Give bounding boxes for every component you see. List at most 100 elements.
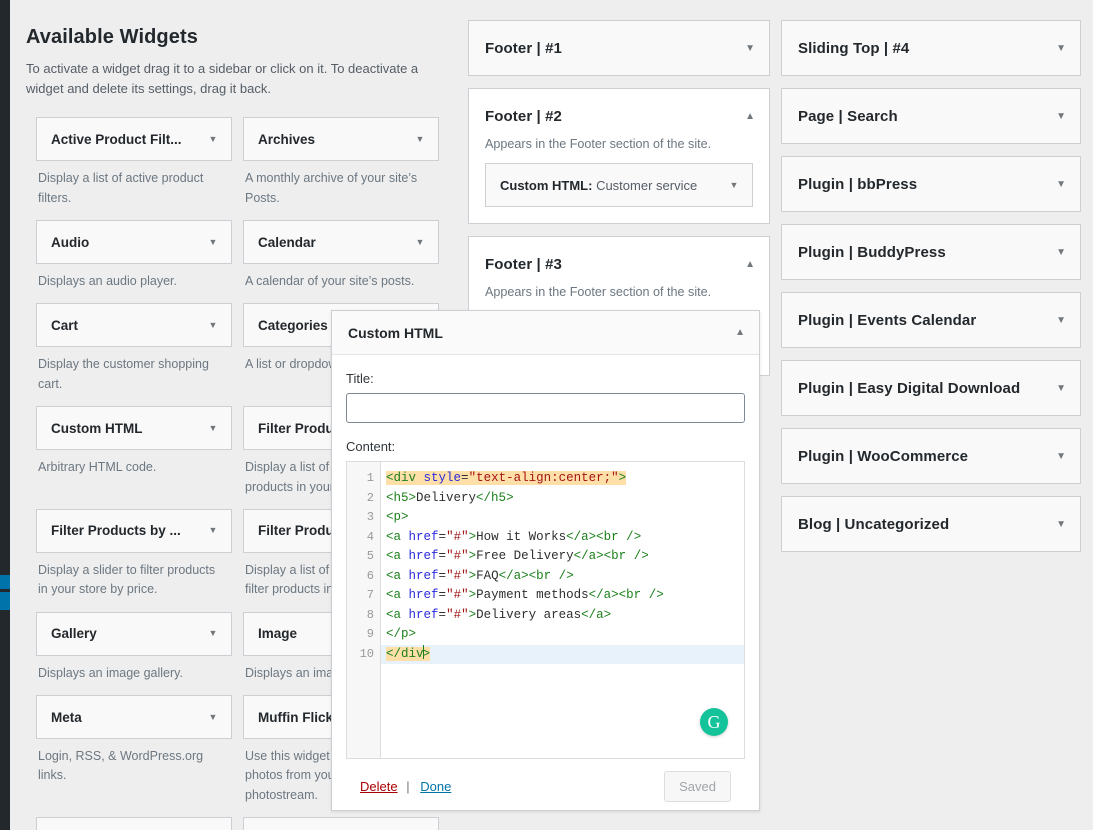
- chevron-down-icon[interactable]: ▼: [1056, 451, 1066, 462]
- chevron-up-icon[interactable]: ▲: [735, 327, 745, 338]
- available-widget-cell: Muffin Login▼: [36, 817, 232, 830]
- chevron-down-icon[interactable]: ▼: [1056, 111, 1066, 122]
- title-field-label: Title:: [346, 371, 374, 386]
- chevron-down-icon[interactable]: ▼: [414, 237, 426, 247]
- sidebar-panel-title: Page | Search: [798, 107, 898, 125]
- admin-menu-rail[interactable]: [0, 0, 10, 830]
- sidebar-panel-title: Plugin | BuddyPress: [798, 243, 946, 261]
- sidebar-panel-header[interactable]: Blog | Uncategorized ▼: [782, 497, 1080, 551]
- chevron-down-icon[interactable]: ▼: [207, 423, 219, 433]
- chevron-down-icon[interactable]: ▼: [1056, 315, 1066, 326]
- available-widgets-header: Available Widgets To activate a widget d…: [10, 0, 460, 99]
- chevron-down-icon[interactable]: ▼: [207, 134, 219, 144]
- sidebar-panel-header[interactable]: Plugin | WooCommerce ▼: [782, 429, 1080, 483]
- available-widget-calendar[interactable]: Calendar ▼: [243, 220, 439, 265]
- sidebar-panel-title: Footer | #3: [485, 255, 562, 273]
- editor-code-text: <a href="#">Free Delivery</a><br />: [386, 549, 649, 563]
- editor-code-text: <a href="#">How it Works</a><br />: [386, 529, 642, 544]
- sidebar-panel-header[interactable]: Plugin | Events Calendar ▼: [782, 293, 1080, 347]
- widget-description: Login, RSS, & WordPress.org links.: [38, 749, 204, 783]
- chevron-up-icon[interactable]: ▲: [745, 259, 755, 270]
- editor-code-line[interactable]: <p>: [381, 508, 744, 528]
- widget-name: Audio: [51, 234, 90, 250]
- available-widget-meta[interactable]: Meta ▼: [36, 695, 232, 740]
- sidebar-panel-title: Plugin | Events Calendar: [798, 311, 977, 329]
- editor-code-line[interactable]: <div style="text-align:center;">: [381, 469, 744, 489]
- available-widget-filter-products-by[interactable]: Filter Products by ... ▼: [36, 508, 232, 553]
- chevron-down-icon[interactable]: ▼: [745, 43, 755, 54]
- sidebar-panel-header[interactable]: Page | Search ▼: [782, 89, 1080, 143]
- sidebar-panel-header[interactable]: Plugin | Easy Digital Download ▼: [782, 361, 1080, 415]
- widget-description: Displays an image gallery.: [38, 665, 183, 680]
- assigned-widget-type: Custom HTML:: [500, 177, 593, 193]
- available-widget-gallery[interactable]: Gallery ▼: [36, 611, 232, 656]
- widget-description: Arbitrary HTML code.: [38, 460, 157, 475]
- editor-code-line[interactable]: <a href="#">Free Delivery</a><br />: [381, 547, 744, 567]
- chevron-down-icon[interactable]: ▼: [207, 320, 219, 330]
- editor-code-line[interactable]: <a href="#">How it Works</a><br />: [381, 528, 744, 548]
- custom-html-panel-footer: Delete | Done Saved: [346, 759, 745, 802]
- editor-code-line[interactable]: </div>: [381, 644, 744, 664]
- chevron-down-icon[interactable]: ▼: [1056, 383, 1066, 394]
- chevron-down-icon[interactable]: ▼: [207, 526, 219, 535]
- chevron-down-icon[interactable]: ▼: [1056, 43, 1066, 54]
- available-widget-cell: Muffin Menu▼: [243, 817, 439, 830]
- chevron-up-icon[interactable]: ▲: [745, 111, 755, 122]
- custom-html-panel-body: Title: Content: 1 2 3 4 5 6 7 8 9 10 <div style="…: [332, 355, 759, 802]
- editor-code-line[interactable]: </p>: [381, 625, 744, 645]
- editor-code-line[interactable]: <h5>Delivery</h5>: [381, 489, 744, 509]
- grammarly-icon[interactable]: G: [700, 708, 728, 736]
- editor-code-line[interactable]: <a href="#">Delivery areas</a>: [381, 606, 744, 626]
- sidebar-panel-page-search: Page | Search ▼: [781, 88, 1081, 144]
- sidebar-panel-header[interactable]: Footer | #1 ▼: [469, 21, 769, 75]
- available-widget-cell: Meta ▼ Login, RSS, & WordPress.org links.: [36, 695, 232, 817]
- delete-link[interactable]: Delete: [360, 779, 398, 794]
- widget-name: Cart: [51, 317, 79, 333]
- widget-name: Active Product Filt...: [51, 131, 182, 147]
- sidebar-panel-header[interactable]: Plugin | bbPress ▼: [782, 157, 1080, 211]
- chevron-down-icon[interactable]: ▼: [1056, 179, 1066, 190]
- chevron-down-icon[interactable]: ▼: [728, 180, 740, 190]
- chevron-down-icon[interactable]: ▼: [207, 237, 219, 247]
- available-widget-audio[interactable]: Audio ▼: [36, 220, 232, 265]
- available-widget-custom-html[interactable]: Custom HTML ▼: [36, 406, 232, 451]
- available-widget-active-product-filt[interactable]: Active Product Filt... ▼: [36, 117, 232, 162]
- chevron-down-icon[interactable]: ▼: [207, 712, 219, 722]
- admin-menu-active-marker-2: [0, 592, 10, 610]
- chevron-down-icon[interactable]: ▼: [1056, 247, 1066, 258]
- admin-menu-active-marker-1: [0, 575, 10, 589]
- sidebar-panel-title: Sliding Top | #4: [798, 39, 910, 57]
- editor-code-line[interactable]: <a href="#">FAQ</a><br />: [381, 567, 744, 587]
- widget-title-input[interactable]: [346, 393, 745, 423]
- available-widget-muffin-menu[interactable]: Muffin Menu▼: [243, 817, 439, 830]
- available-widget-archives[interactable]: Archives ▼: [243, 117, 439, 162]
- assigned-widget[interactable]: Custom HTML: Customer service ▼: [485, 163, 753, 207]
- sidebar-panel-header[interactable]: Sliding Top | #4 ▼: [782, 21, 1080, 75]
- available-widget-cell: Cart ▼ Display the customer shopping cart.: [36, 303, 232, 406]
- sidebar-panel-header[interactable]: Footer | #3 ▲: [469, 237, 769, 291]
- done-link[interactable]: Done: [420, 779, 451, 794]
- available-widget-muffin-login[interactable]: Muffin Login▼: [36, 817, 232, 830]
- sidebar-panel-title: Plugin | WooCommerce: [798, 447, 969, 465]
- editor-line-number: 6: [366, 568, 374, 583]
- chevron-down-icon[interactable]: ▼: [207, 629, 219, 638]
- chevron-down-icon[interactable]: ▼: [1056, 519, 1066, 530]
- editor-code-area[interactable]: <div style="text-align:center;"> <h5>Deli…: [381, 462, 744, 758]
- sidebar-panel-subtitle: Appears in the Footer section of the sit…: [485, 285, 712, 299]
- html-code-editor[interactable]: 1 2 3 4 5 6 7 8 9 10 <div style="text-align:cente…: [346, 461, 745, 759]
- sidebar-panel-blog-uncategorized: Blog | Uncategorized ▼: [781, 496, 1081, 552]
- chevron-down-icon[interactable]: ▼: [414, 134, 426, 144]
- sidebar-panel-title: Plugin | Easy Digital Download: [798, 379, 1021, 397]
- custom-html-panel-header[interactable]: Custom HTML ▲: [332, 311, 759, 355]
- sidebar-panel-header[interactable]: Plugin | BuddyPress ▼: [782, 225, 1080, 279]
- widget-name: Calendar: [258, 234, 316, 250]
- widget-description: A calendar of your site’s posts.: [245, 274, 415, 289]
- save-button[interactable]: Saved: [664, 771, 731, 802]
- available-widget-cell: Active Product Filt... ▼ Display a list of…: [36, 117, 232, 220]
- sidebar-panel-subtitle: Appears in the Footer section of the sit…: [485, 137, 712, 151]
- available-widget-cart[interactable]: Cart ▼: [36, 303, 232, 348]
- sidebar-panel-plugin-bbpress: Plugin | bbPress ▼: [781, 156, 1081, 212]
- editor-line-number: 3: [366, 510, 374, 524]
- sidebar-panel-header[interactable]: Footer | #2 ▲: [469, 89, 769, 143]
- editor-code-line[interactable]: <a href="#">Payment methods</a><br />: [381, 586, 744, 606]
